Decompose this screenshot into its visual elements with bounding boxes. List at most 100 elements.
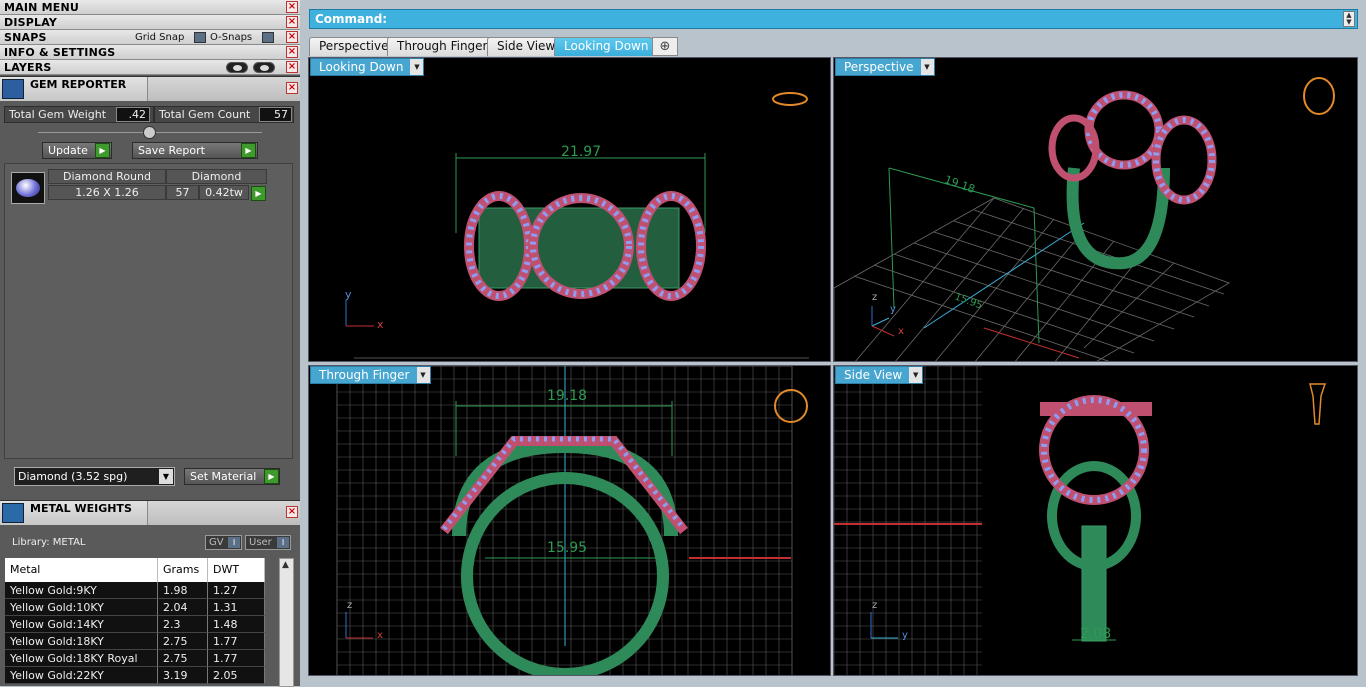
eye-icon[interactable] [253, 62, 275, 73]
dwt-cell[interactable]: 1.48 [208, 616, 265, 633]
viewport-looking-down[interactable]: Looking Down ▼ 21.97 y x [308, 57, 831, 362]
main-menu-bar[interactable]: MAIN MENU × [0, 0, 300, 15]
metal-name-cell[interactable]: Yellow Gold:18KY [5, 633, 158, 650]
gem-reporter-panel: GEM REPORTER × Total Gem Weight .42 Tota… [0, 76, 300, 500]
tab-perspective[interactable]: Perspective [309, 37, 398, 56]
layer-visibility-icon[interactable] [226, 62, 248, 73]
metal-name-cell[interactable]: Yellow Gold:22KY [5, 667, 158, 684]
gem-material: Diamond [166, 169, 267, 184]
display-bar[interactable]: DISPLAY × [0, 15, 300, 30]
gem-name: Diamond Round [48, 169, 166, 184]
metal-name-cell[interactable]: Yellow Gold:9KY [5, 582, 158, 599]
set-material-go-icon[interactable]: ▶ [264, 469, 279, 484]
chevron-down-icon[interactable]: ▼ [909, 367, 923, 383]
close-icon[interactable]: × [286, 1, 298, 13]
gem-count: 57 [166, 185, 199, 200]
viewport-side-view[interactable]: Side View ▼ 2.08 z y [833, 365, 1358, 676]
metal-table-scrollbar[interactable]: ▲ [279, 558, 294, 687]
gem-reporter-tab[interactable]: GEM REPORTER [0, 77, 148, 101]
save-report-go-icon[interactable]: ▶ [241, 143, 256, 158]
grams-cell[interactable]: 2.75 [158, 650, 208, 667]
left-panel: MAIN MENU × DISPLAY × SNAPS Grid Snap O-… [0, 0, 300, 687]
dwt-cell[interactable]: 1.27 [208, 582, 265, 599]
gem-row-go-icon[interactable]: ▶ [251, 186, 266, 201]
grams-cell[interactable]: 3.19 [158, 667, 208, 684]
axis-x-label: x [377, 318, 384, 331]
command-label: Command: [315, 12, 388, 26]
metal-name-cell[interactable]: Yellow Gold:14KY [5, 616, 158, 633]
viewport-perspective[interactable]: Perspective ▼ 19.18 15.95 z y x [833, 57, 1358, 362]
layers-bar[interactable]: LAYERS × [0, 60, 300, 75]
o-snaps-toggle[interactable] [262, 32, 274, 43]
snaps-bar[interactable]: SNAPS Grid Snap O-Snaps × [0, 30, 300, 45]
update-go-icon[interactable]: ▶ [95, 143, 110, 158]
looking-down-render [345, 92, 809, 359]
grams-cell[interactable]: 1.98 [158, 582, 208, 599]
slider-handle[interactable] [143, 126, 156, 139]
grid-snap-label: Grid Snap [135, 32, 185, 43]
metal-weights-tab[interactable]: METAL WEIGHTS [0, 501, 148, 525]
o-snaps-label: O-Snaps [210, 32, 253, 43]
close-icon[interactable]: × [286, 61, 298, 73]
add-tab-button[interactable]: ⊕ [652, 37, 678, 56]
viewport-through-finger[interactable]: Through Finger ▼ 19.18 15.95 z x [308, 365, 831, 676]
close-icon[interactable]: × [286, 46, 298, 58]
diamond-round-icon [11, 172, 45, 204]
close-icon[interactable]: × [286, 16, 298, 28]
save-report-button[interactable]: Save Report [132, 142, 258, 159]
user-toggle[interactable]: User I [245, 535, 291, 550]
gem-reporter-title: GEM REPORTER [30, 78, 127, 91]
axis-y-label: y [890, 304, 896, 315]
total-gem-weight-value: .42 [116, 107, 150, 122]
dwt-cell[interactable]: 1.31 [208, 599, 265, 616]
grams-cell[interactable]: 2.75 [158, 633, 208, 650]
dwt-cell[interactable]: 1.77 [208, 650, 265, 667]
close-icon[interactable]: × [286, 82, 298, 94]
tab-side-view[interactable]: Side View [487, 37, 565, 56]
grams-cell[interactable]: 2.3 [158, 616, 208, 633]
viewport-label-side-view[interactable]: Side View ▼ [835, 366, 924, 384]
column-header[interactable]: DWT [208, 558, 265, 582]
column-header[interactable]: Metal [5, 558, 158, 582]
tab-looking-down[interactable]: Looking Down [554, 37, 658, 56]
chevron-down-icon[interactable]: ▼ [920, 59, 934, 75]
close-icon[interactable]: × [286, 506, 298, 518]
gem-list: Diamond Round Diamond 1.26 X 1.26 57 0.4… [4, 163, 293, 459]
view-tabs: Perspective Through Finger Side View Loo… [308, 35, 1358, 56]
dwt-cell[interactable]: 2.05 [208, 667, 265, 684]
material-select[interactable]: Diamond (3.52 spg) ▼ [14, 467, 175, 486]
grams-cell[interactable]: 2.04 [158, 599, 208, 616]
gv-toggle[interactable]: GV I [205, 535, 242, 550]
scroll-up-icon[interactable]: ▲ [282, 560, 289, 570]
tab-through-finger[interactable]: Through Finger [387, 37, 497, 56]
viewport-label-through-finger[interactable]: Through Finger ▼ [310, 366, 431, 384]
chevron-down-icon[interactable]: ▼ [159, 469, 173, 484]
column-header[interactable]: Grams [158, 558, 208, 582]
chevron-down-icon[interactable]: ▼ [410, 59, 424, 75]
viewport-label-looking-down[interactable]: Looking Down ▼ [310, 58, 425, 76]
command-spinner[interactable]: ▲ ▼ [1343, 11, 1355, 27]
viewport-label-perspective[interactable]: Perspective ▼ [835, 58, 935, 76]
metal-name-cell[interactable]: Yellow Gold:10KY [5, 599, 158, 616]
total-gem-count-value: 57 [259, 107, 292, 122]
snaps-title: SNAPS [4, 31, 47, 44]
close-icon[interactable]: × [286, 31, 298, 43]
grid-snap-toggle[interactable] [194, 32, 206, 43]
main-menu-title: MAIN MENU [4, 1, 79, 14]
metal-name-cell[interactable]: Yellow Gold:18KY Royal [5, 650, 158, 667]
command-bar[interactable]: Command: ▲ ▼ [309, 9, 1358, 29]
metal-weights-header: METAL WEIGHTS × [0, 501, 300, 525]
chevron-down-icon[interactable]: ▼ [416, 367, 430, 383]
metal-weights-panel: METAL WEIGHTS × Library: METAL GV I User I… [0, 500, 300, 687]
dwt-cell[interactable]: 1.77 [208, 633, 265, 650]
dimension-a: 19.18 [547, 388, 588, 404]
axis-y-label: y [902, 630, 908, 641]
metal-weights-icon [2, 503, 24, 523]
display-title: DISPLAY [4, 16, 58, 29]
through-finger-render [336, 366, 808, 675]
axis-x-label: x [377, 630, 383, 641]
info-settings-title: INFO & SETTINGS [4, 46, 116, 59]
info-settings-bar[interactable]: INFO & SETTINGS × [0, 45, 300, 60]
axis-z-label: z [347, 600, 353, 611]
library-label: Library: METAL [12, 537, 86, 548]
